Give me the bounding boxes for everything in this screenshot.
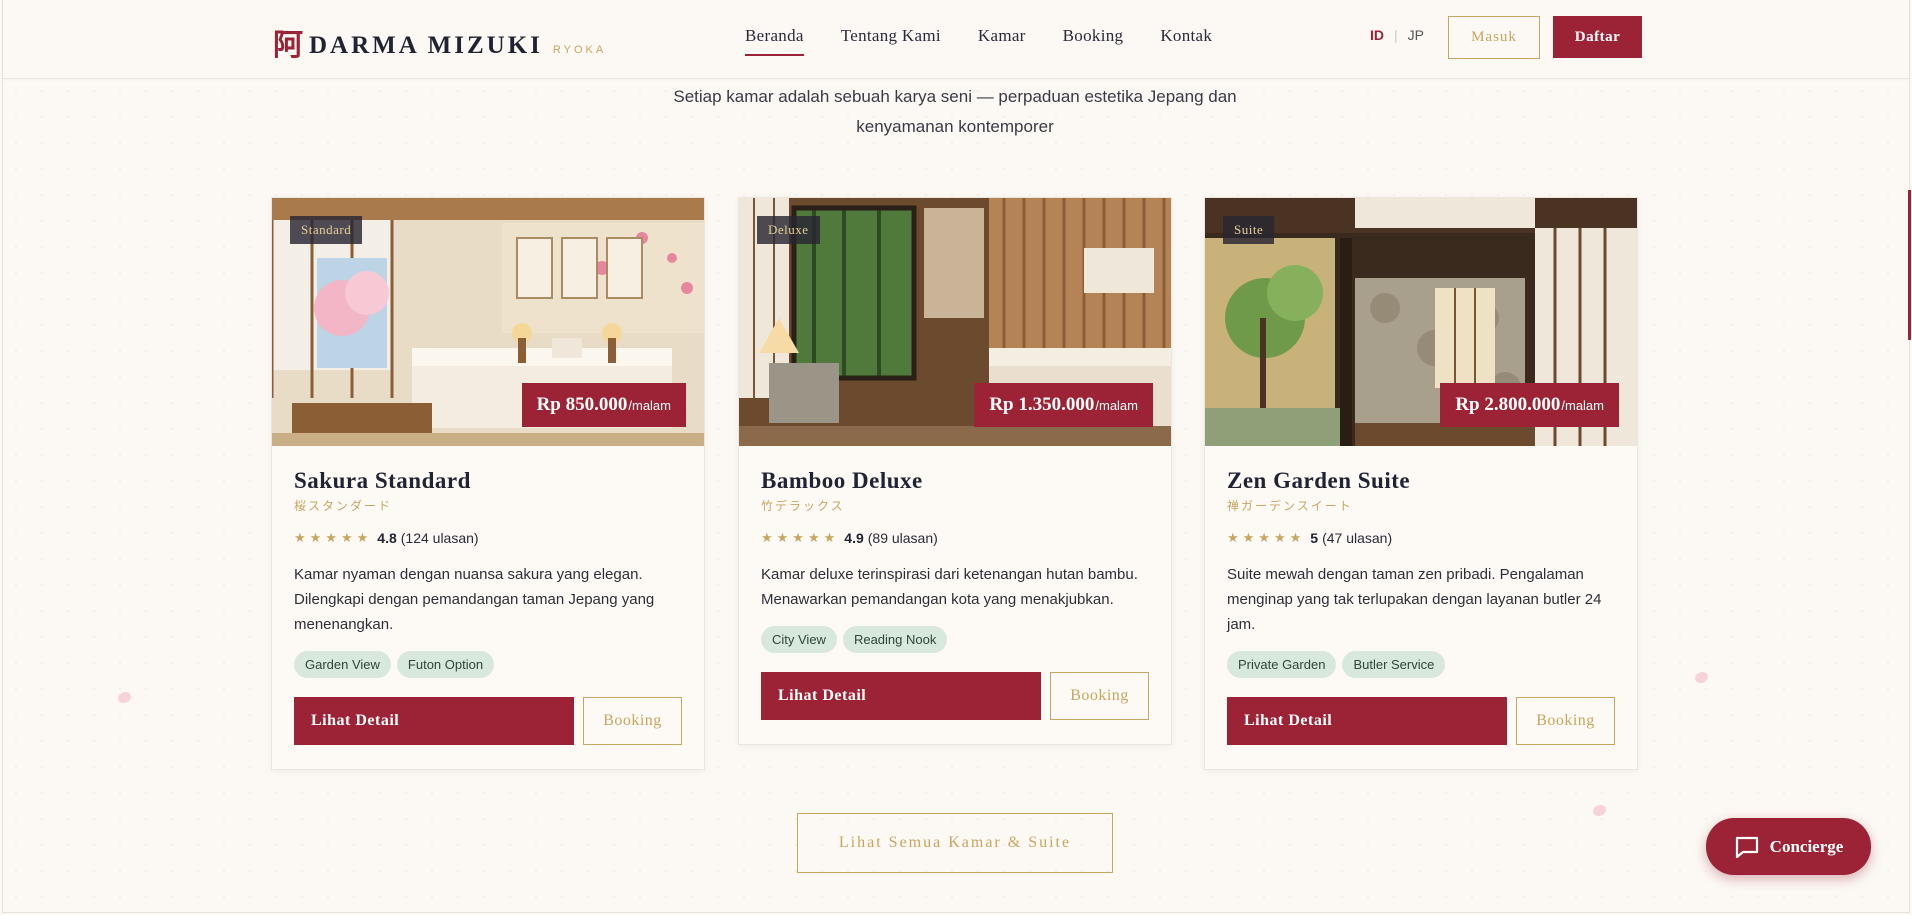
brand-name: DARMA MIZUKI (309, 32, 543, 59)
price-unit: /malam (1095, 397, 1138, 413)
room-name-jp: 竹デラックス (761, 499, 845, 513)
rating-score: 4.8 (377, 530, 397, 546)
room-description: Kamar nyaman dengan nuansa sakura yang e… (294, 566, 655, 633)
amenity-tag: Reading Nook (842, 626, 948, 653)
amenity-tag: Butler Service (1342, 651, 1446, 678)
room-price: Rp 2.800.000/malam (1440, 383, 1619, 427)
amenity-tag: Garden View (294, 651, 391, 678)
main-nav: Beranda Tentang Kami Kamar Booking Konta… (745, 24, 1212, 56)
amenity-tag: Private Garden (1227, 651, 1337, 678)
lang-option-jp[interactable]: JP (1408, 27, 1424, 43)
lang-option-id[interactable]: ID (1370, 27, 1384, 43)
room-description: Suite mewah dengan taman zen pribadi. Pe… (1227, 566, 1602, 633)
nav-item-kontak[interactable]: Kontak (1160, 24, 1212, 56)
review-count: (89 ulasan) (867, 530, 938, 546)
price-unit: /malam (1561, 397, 1604, 413)
amenity-tag: City View (761, 626, 837, 653)
price-amount: Rp 1.350.000 (989, 394, 1095, 415)
scrollbar-thumb[interactable] (1908, 190, 1911, 340)
room-card-body: Sakura Standard 桜スタンダード ★★★★★ 4.8 (124 u… (272, 446, 704, 769)
room-image[interactable]: Standard Rp 850.000/malam (272, 198, 704, 446)
booking-button[interactable]: Booking (1050, 672, 1149, 720)
site-header: 阿 DARMA MIZUKI RYOKA Beranda Tentang Kam… (3, 0, 1909, 79)
room-name-jp: 禅ガーデンスイート (1227, 499, 1353, 513)
booking-button[interactable]: Booking (1516, 697, 1615, 745)
room-amenity-tags: Private Garden Butler Service (1227, 651, 1615, 678)
room-description: Kamar deluxe terinspirasi dari ketenanga… (761, 566, 1138, 608)
room-rating: ★★★★★ 4.8 (124 ulasan) (294, 530, 682, 546)
room-name: Zen Garden Suite (1227, 468, 1411, 493)
room-card-body: Zen Garden Suite 禅ガーデンスイート ★★★★★ 5 (47 u… (1205, 446, 1637, 769)
room-rating: ★★★★★ 4.9 (89 ulasan) (761, 530, 1149, 546)
star-rating-icon: ★★★★★ (1227, 530, 1306, 545)
room-name: Sakura Standard (294, 468, 471, 493)
lang-separator: | (1394, 27, 1398, 43)
review-count: (124 ulasan) (400, 530, 479, 546)
section-intro: Setiap kamar adalah sebuah karya seni — … (655, 82, 1255, 142)
concierge-chat-button[interactable]: Concierge (1706, 818, 1871, 875)
room-card-zen-garden-suite: Suite Rp 2.800.000/malam Zen Garden Suit… (1204, 197, 1638, 770)
brand-subtitle: RYOKA (552, 44, 607, 56)
room-actions: Lihat Detail Booking (761, 672, 1149, 720)
login-button[interactable]: Masuk (1448, 16, 1540, 59)
review-count: (47 ulasan) (1322, 530, 1393, 546)
view-detail-button[interactable]: Lihat Detail (761, 672, 1041, 720)
room-name: Bamboo Deluxe (761, 468, 923, 493)
price-amount: Rp 2.800.000 (1455, 394, 1561, 415)
room-price: Rp 850.000/malam (521, 383, 686, 427)
room-amenity-tags: City View Reading Nook (761, 626, 1149, 653)
view-detail-button[interactable]: Lihat Detail (1227, 697, 1507, 745)
room-actions: Lihat Detail Booking (294, 697, 682, 745)
brand-logo[interactable]: 阿 DARMA MIZUKI RYOKA (273, 18, 607, 63)
nav-item-beranda[interactable]: Beranda (745, 24, 804, 56)
booking-button[interactable]: Booking (583, 697, 682, 745)
rating-score: 5 (1310, 530, 1319, 546)
room-amenity-tags: Garden View Futon Option (294, 651, 682, 678)
room-name-jp: 桜スタンダード (294, 499, 393, 513)
rating-score: 4.9 (844, 530, 864, 546)
concierge-label: Concierge (1769, 836, 1844, 856)
section-intro-line: Setiap kamar adalah sebuah karya seni — … (673, 87, 1237, 106)
nav-item-tentang-kami[interactable]: Tentang Kami (841, 24, 941, 56)
room-price: Rp 1.350.000/malam (974, 383, 1153, 427)
room-category-badge: Standard (290, 216, 363, 244)
language-switcher: ID | JP (1370, 27, 1424, 43)
view-detail-button[interactable]: Lihat Detail (294, 697, 574, 745)
price-amount: Rp 850.000 (536, 394, 628, 415)
room-card-body: Bamboo Deluxe 竹デラックス ★★★★★ 4.9 (89 ulasa… (739, 446, 1171, 744)
register-button[interactable]: Daftar (1553, 16, 1642, 58)
room-card-bamboo-deluxe: Deluxe Rp 1.350.000/malam Bamboo Deluxe … (738, 197, 1172, 745)
room-image[interactable]: Deluxe Rp 1.350.000/malam (739, 198, 1171, 446)
nav-item-booking[interactable]: Booking (1063, 24, 1124, 56)
brand-mark-icon: 阿 (273, 28, 303, 63)
view-all-rooms-button[interactable]: Lihat Semua Kamar & Suite (797, 813, 1113, 873)
nav-item-kamar[interactable]: Kamar (978, 24, 1026, 56)
room-card-sakura-standard: Standard Rp 850.000/malam Sakura Standar… (271, 197, 705, 770)
room-actions: Lihat Detail Booking (1227, 697, 1615, 745)
chat-bubble-icon (1735, 836, 1758, 858)
amenity-tag: Futon Option (396, 651, 495, 678)
room-category-badge: Suite (1223, 216, 1275, 244)
room-category-badge: Deluxe (757, 216, 820, 244)
room-image[interactable]: Suite Rp 2.800.000/malam (1205, 198, 1637, 446)
star-rating-icon: ★★★★★ (761, 530, 840, 545)
star-rating-icon: ★★★★★ (294, 530, 373, 545)
price-unit: /malam (628, 397, 671, 413)
section-intro-line: kenyamanan kontemporer (856, 117, 1054, 136)
room-rating: ★★★★★ 5 (47 ulasan) (1227, 530, 1615, 546)
